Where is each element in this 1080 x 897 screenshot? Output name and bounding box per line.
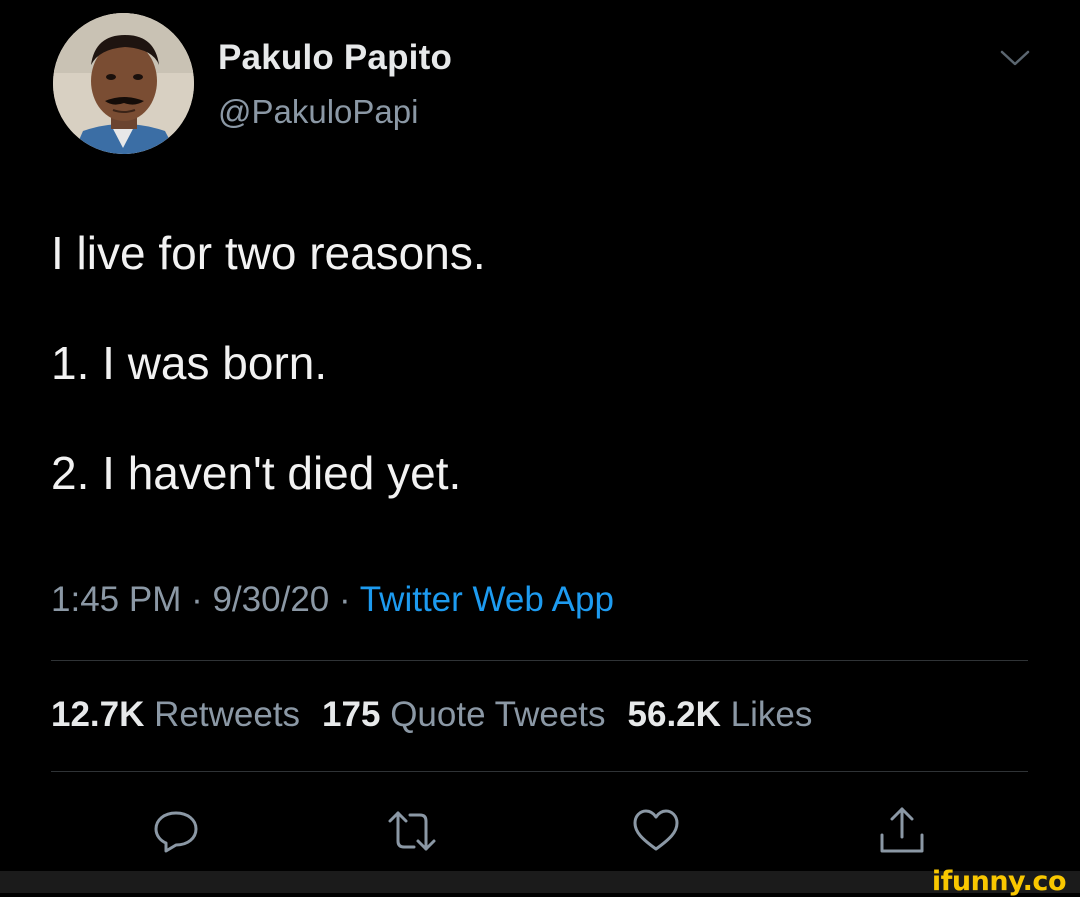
tweet-time[interactable]: 1:45 PM (51, 580, 181, 619)
chevron-down-icon[interactable] (998, 46, 1032, 70)
meta-separator: · (181, 580, 213, 619)
tweet-text-line-1: I live for two reasons. (51, 227, 486, 279)
watermark-logo: ifunny.co (931, 866, 1067, 897)
retweet-icon[interactable] (386, 805, 438, 857)
tweet-card: Pakulo Papito @PakuloPapi I live for two… (0, 0, 1080, 897)
likes-stat[interactable]: 56.2K Likes (628, 695, 835, 734)
author-name[interactable]: Pakulo Papito (218, 38, 452, 78)
tweet-meta: 1:45 PM · 9/30/20 · Twitter Web App (51, 580, 614, 620)
divider (51, 771, 1028, 772)
retweets-stat[interactable]: 12.7K Retweets (51, 695, 322, 734)
retweets-label: Retweets (154, 695, 301, 734)
tweet-text-line-3: 2. I haven't died yet. (51, 447, 462, 499)
quotes-stat[interactable]: 175 Quote Tweets (322, 695, 627, 734)
quotes-label: Quote Tweets (390, 695, 606, 734)
tweet-stats: 12.7K Retweets 175 Quote Tweets 56.2K Like… (51, 695, 834, 735)
retweets-count: 12.7K (51, 695, 145, 734)
divider (51, 660, 1028, 661)
author-handle[interactable]: @PakuloPapi (218, 93, 418, 131)
watermark-bar (0, 871, 1080, 893)
profile-photo-icon (53, 13, 194, 154)
likes-count: 56.2K (627, 695, 721, 734)
avatar[interactable] (53, 13, 194, 154)
quotes-count: 175 (322, 695, 381, 734)
share-icon[interactable] (876, 805, 928, 857)
tweet-date[interactable]: 9/30/20 (212, 580, 329, 619)
tweet-text-line-2: 1. I was born. (51, 337, 328, 389)
likes-label: Likes (730, 695, 813, 734)
meta-separator: · (329, 580, 360, 619)
tweet-source-link[interactable]: Twitter Web App (360, 580, 614, 619)
like-icon[interactable] (630, 805, 682, 857)
reply-icon[interactable] (150, 805, 202, 857)
